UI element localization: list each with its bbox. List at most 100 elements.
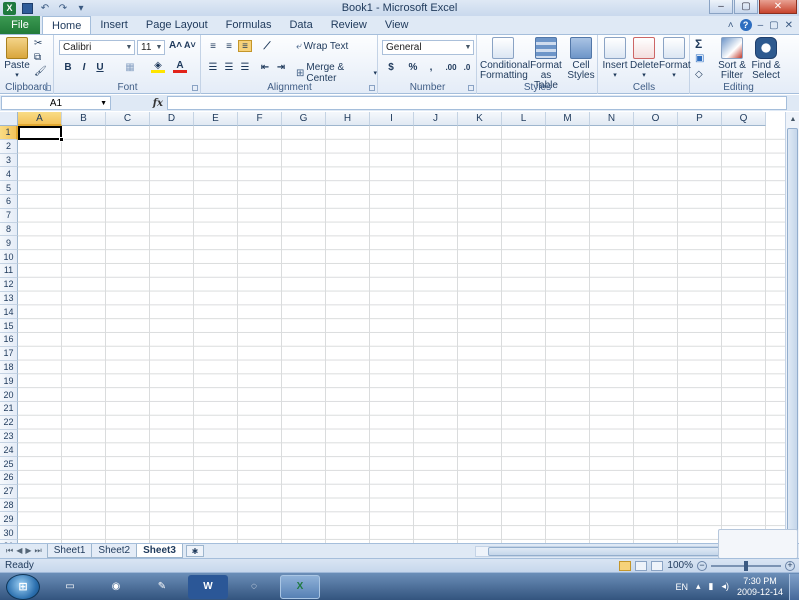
insert-function-button[interactable]: fx	[111, 98, 167, 109]
cut-icon[interactable]: ✂	[34, 38, 42, 49]
tab-review[interactable]: Review	[322, 16, 376, 34]
currency-button[interactable]: $	[384, 61, 398, 73]
close-button[interactable]: ✕	[759, 0, 797, 14]
first-sheet-icon[interactable]: ⏮	[6, 546, 13, 556]
find-select-button[interactable]: Find & Select	[749, 37, 783, 81]
column-header-o[interactable]: O	[634, 112, 678, 126]
excel-logo-icon[interactable]: X	[3, 1, 16, 15]
tab-insert[interactable]: Insert	[91, 16, 137, 34]
delete-cells-button[interactable]: Delete ▾	[630, 37, 659, 81]
bold-button[interactable]: B	[61, 61, 75, 73]
italic-button[interactable]: I	[77, 61, 91, 73]
fill-color-icon[interactable]: ◈	[151, 60, 165, 73]
row-header-28[interactable]: 28	[0, 498, 18, 513]
column-header-e[interactable]: E	[194, 112, 238, 126]
align-bottom-icon[interactable]: ≡	[238, 40, 252, 52]
row-header-24[interactable]: 24	[0, 443, 18, 458]
volume-tray-icon[interactable]: ◂)	[721, 581, 729, 592]
row-header-17[interactable]: 17	[0, 346, 18, 361]
tab-formulas[interactable]: Formulas	[217, 16, 281, 34]
wrap-text-button[interactable]: ⤶ Wrap Text	[296, 41, 348, 52]
language-indicator[interactable]: EN	[675, 582, 688, 592]
fill-icon[interactable]: ▣	[695, 53, 704, 64]
zoom-slider-knob[interactable]	[744, 560, 748, 571]
row-header-7[interactable]: 7	[0, 208, 18, 223]
save-icon[interactable]	[20, 2, 34, 15]
column-header-b[interactable]: B	[62, 112, 106, 126]
increase-indent-icon[interactable]: ⇥	[274, 61, 288, 73]
active-cell-a1[interactable]	[18, 126, 62, 140]
row-header-9[interactable]: 9	[0, 236, 18, 251]
row-header-16[interactable]: 16	[0, 332, 18, 347]
copy-icon[interactable]: ⧉	[34, 52, 41, 63]
last-sheet-icon[interactable]: ⏭	[35, 546, 42, 556]
column-header-f[interactable]: F	[238, 112, 282, 126]
format-cells-button[interactable]: Format ▾	[659, 37, 691, 81]
minimize-button[interactable]: –	[709, 0, 733, 14]
page-layout-view-icon[interactable]	[635, 560, 648, 571]
row-header-27[interactable]: 27	[0, 484, 18, 499]
tab-data[interactable]: Data	[280, 16, 321, 34]
row-header-12[interactable]: 12	[0, 277, 18, 292]
paste-button[interactable]: Paste ▾	[3, 37, 31, 81]
customize-qat-icon[interactable]: ▾	[74, 2, 88, 15]
align-right-icon[interactable]: ☰	[238, 61, 252, 73]
cell-area[interactable]	[18, 126, 785, 543]
doc-close-icon[interactable]: ✕	[785, 20, 793, 31]
sort-filter-button[interactable]: Sort & Filter	[715, 37, 749, 81]
row-header-4[interactable]: 4	[0, 167, 18, 182]
column-header-c[interactable]: C	[106, 112, 150, 126]
maximize-button[interactable]: ▢	[734, 0, 758, 14]
doc-minimize-icon[interactable]: –	[758, 20, 764, 31]
conditional-formatting-button[interactable]: Conditional Formatting	[480, 37, 530, 81]
row-header-26[interactable]: 26	[0, 470, 18, 485]
column-header-m[interactable]: M	[546, 112, 590, 126]
row-header-14[interactable]: 14	[0, 305, 18, 320]
column-header-a[interactable]: A	[18, 112, 62, 126]
align-middle-icon[interactable]: ≡	[222, 40, 236, 52]
sheet-tab-1[interactable]: Sheet1	[46, 544, 93, 558]
select-all-corner[interactable]	[0, 112, 18, 126]
align-center-icon[interactable]: ☰	[222, 61, 236, 73]
row-header-21[interactable]: 21	[0, 401, 18, 416]
percent-button[interactable]: %	[406, 61, 420, 73]
autosum-button[interactable]: Σ	[695, 37, 702, 51]
font-family-select[interactable]: Calibri ▼	[59, 40, 135, 55]
column-header-j[interactable]: J	[414, 112, 458, 126]
row-header-18[interactable]: 18	[0, 360, 18, 375]
column-header-g[interactable]: G	[282, 112, 326, 126]
format-painter-icon[interactable]: 🖌	[34, 66, 47, 77]
tab-page-layout[interactable]: Page Layout	[137, 16, 217, 34]
tab-file[interactable]: File	[0, 16, 40, 34]
number-launcher-icon[interactable]	[468, 85, 474, 91]
insert-sheet-icon[interactable]: ✱	[185, 545, 204, 557]
decrease-indent-icon[interactable]: ⇤	[258, 61, 272, 73]
row-header-19[interactable]: 19	[0, 374, 18, 389]
row-header-11[interactable]: 11	[0, 263, 18, 278]
font-size-select[interactable]: 11 ▼	[137, 40, 165, 55]
row-header-1[interactable]: 1	[0, 126, 18, 140]
merge-center-button[interactable]: ⊞ Merge & Center ▾	[296, 62, 377, 84]
minimize-ribbon-icon[interactable]: ˄	[728, 20, 734, 31]
borders-icon[interactable]: ▦	[123, 61, 137, 73]
column-header-i[interactable]: I	[370, 112, 414, 126]
row-header-5[interactable]: 5	[0, 181, 18, 195]
undo-icon[interactable]: ↶	[38, 2, 52, 15]
zoom-in-button[interactable]: +	[785, 560, 795, 571]
column-header-p[interactable]: P	[678, 112, 722, 126]
scroll-up-icon[interactable]: ▲	[786, 112, 799, 126]
font-color-button[interactable]: A	[173, 60, 187, 73]
help-icon[interactable]: ?	[739, 19, 752, 31]
network-tray-icon[interactable]: ▮	[708, 581, 713, 592]
insert-cells-button[interactable]: Insert ▾	[601, 37, 629, 81]
row-header-25[interactable]: 25	[0, 457, 18, 471]
show-desktop-button[interactable]	[789, 573, 799, 600]
network-taskbar-icon[interactable]: ◌	[234, 575, 274, 599]
excel-taskbar-icon[interactable]: X	[280, 574, 320, 599]
pen-tool-taskbar-icon[interactable]: ✎	[142, 575, 182, 599]
column-header-n[interactable]: N	[590, 112, 634, 126]
column-header-h[interactable]: H	[326, 112, 370, 126]
next-sheet-icon[interactable]: ▶	[25, 546, 31, 556]
column-header-k[interactable]: K	[458, 112, 502, 126]
fill-handle[interactable]	[59, 137, 64, 142]
